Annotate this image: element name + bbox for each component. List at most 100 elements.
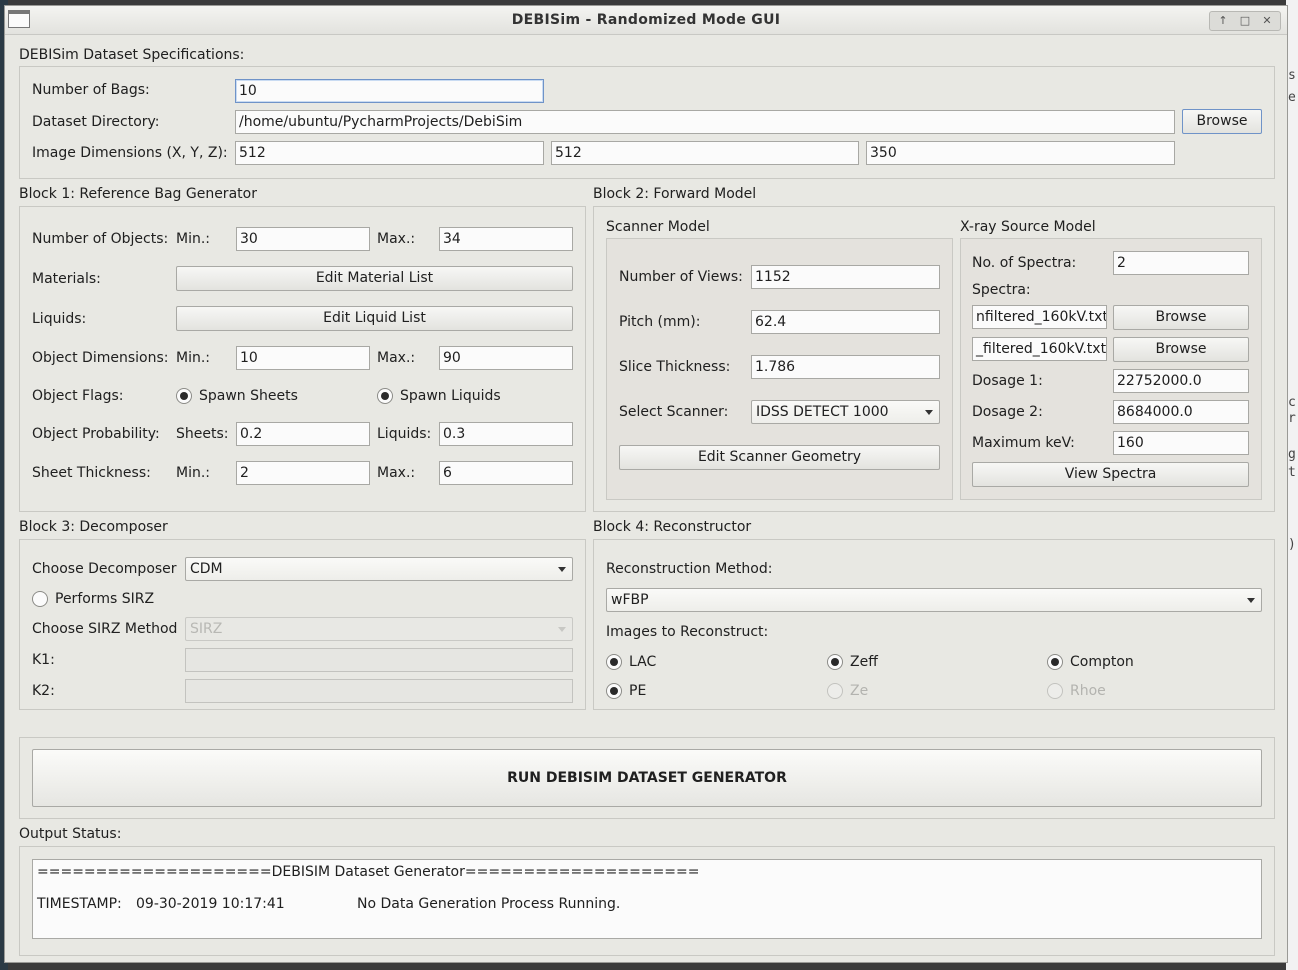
spawn-liquids-label[interactable]: Spawn Liquids <box>400 388 501 404</box>
block3-group: Choose Decomposer CDM Performs SIRZ Choo… <box>19 539 586 710</box>
k2-label: K2: <box>32 683 55 699</box>
close-icon[interactable]: ✕ <box>1258 12 1276 30</box>
keep-above-icon[interactable]: ↑ <box>1214 12 1232 30</box>
ze-radio[interactable] <box>827 683 843 699</box>
sirz-method-dropdown[interactable]: SIRZ <box>185 617 573 641</box>
max-kev-input[interactable]: 160 <box>1113 431 1249 455</box>
zeff-radio[interactable] <box>827 654 843 670</box>
dim-z-input[interactable]: 350 <box>866 141 1175 165</box>
obj-min-input[interactable]: 30 <box>236 227 370 251</box>
dims-min-input[interactable]: 10 <box>236 346 370 370</box>
spectra-1-browse-button[interactable]: Browse <box>1113 305 1249 330</box>
pe-label[interactable]: PE <box>629 683 646 699</box>
thickness-min-label: Min.: <box>176 465 211 481</box>
sheet-thickness-label: Sheet Thickness: <box>32 465 151 481</box>
run-generator-button[interactable]: RUN DEBISIM DATASET GENERATOR <box>32 749 1262 807</box>
timestamp-value: 09-30-2019 10:17:41 <box>136 896 285 912</box>
sheets-prob-label: Sheets: <box>176 426 229 442</box>
num-spectra-input[interactable]: 2 <box>1113 251 1249 275</box>
window-controls: ↑ □ ✕ <box>1209 11 1281 31</box>
block4-group: Reconstruction Method: wFBP Images to Re… <box>593 539 1275 710</box>
chevron-down-icon <box>925 410 933 415</box>
object-flags-label: Object Flags: <box>32 388 124 404</box>
compton-label[interactable]: Compton <box>1070 654 1134 670</box>
spectra-label: Spectra: <box>972 282 1031 298</box>
image-dims-label: Image Dimensions (X, Y, Z): <box>32 145 228 161</box>
select-scanner-value: IDSS DETECT 1000 <box>756 404 889 420</box>
maximize-icon[interactable]: □ <box>1236 12 1254 30</box>
dim-y-input[interactable]: 512 <box>551 141 859 165</box>
k2-input[interactable] <box>185 679 573 703</box>
rhoe-radio[interactable] <box>1047 683 1063 699</box>
dataset-dir-input[interactable]: /home/ubuntu/PycharmProjects/DebiSim <box>235 110 1175 134</box>
lac-radio[interactable] <box>606 654 622 670</box>
slice-thickness-input[interactable]: 1.786 <box>751 355 940 379</box>
recon-method-dropdown[interactable]: wFBP <box>606 588 1262 612</box>
xray-source-title: X-ray Source Model <box>960 219 1096 235</box>
compton-radio[interactable] <box>1047 654 1063 670</box>
spectra-2-input[interactable]: _filtered_160kV.txt <box>972 337 1107 361</box>
spectra-1-input[interactable]: nfiltered_160kV.txt <box>972 305 1107 329</box>
dims-max-label: Max.: <box>377 350 416 366</box>
k1-input[interactable] <box>185 648 573 672</box>
num-views-label: Number of Views: <box>619 269 743 285</box>
recon-method-value: wFBP <box>611 592 649 608</box>
max-kev-label: Maximum keV: <box>972 435 1075 451</box>
dosage2-input[interactable]: 8684000.0 <box>1113 400 1249 424</box>
block3-title: Block 3: Decomposer <box>19 519 168 535</box>
edge-text: t <box>1288 465 1296 480</box>
performs-sirz-label[interactable]: Performs SIRZ <box>55 591 154 607</box>
num-objects-label: Number of Objects: <box>32 231 169 247</box>
dataset-browse-button[interactable]: Browse <box>1182 109 1262 134</box>
view-spectra-button[interactable]: View Spectra <box>972 462 1249 487</box>
status-message: No Data Generation Process Running. <box>357 896 621 912</box>
block4-title: Block 4: Reconstructor <box>593 519 752 535</box>
spawn-liquids-radio[interactable] <box>377 388 393 404</box>
images-to-reconstruct-label: Images to Reconstruct: <box>606 624 769 640</box>
dims-max-input[interactable]: 90 <box>439 346 573 370</box>
select-scanner-label: Select Scanner: <box>619 404 729 420</box>
object-dims-label: Object Dimensions: <box>32 350 169 366</box>
edge-text: r <box>1288 411 1296 426</box>
thickness-max-input[interactable]: 6 <box>439 461 573 485</box>
select-scanner-dropdown[interactable]: IDSS DETECT 1000 <box>751 400 940 424</box>
thickness-max-label: Max.: <box>377 465 416 481</box>
scanner-model-group: Number of Views: 1152 Pitch (mm): 62.4 S… <box>606 238 953 500</box>
obj-max-input[interactable]: 34 <box>439 227 573 251</box>
lac-label[interactable]: LAC <box>629 654 656 670</box>
sheets-prob-input[interactable]: 0.2 <box>236 422 370 446</box>
performs-sirz-radio[interactable] <box>32 591 48 607</box>
scanner-model-title: Scanner Model <box>606 219 710 235</box>
zeff-label[interactable]: Zeff <box>850 654 878 670</box>
slice-thickness-label: Slice Thickness: <box>619 359 731 375</box>
num-bags-input[interactable]: 10 <box>235 79 544 103</box>
dim-x-input[interactable]: 512 <box>235 141 544 165</box>
edit-material-list-button[interactable]: Edit Material List <box>176 266 573 291</box>
output-status-box[interactable]: ====================DEBISIM Dataset Gene… <box>32 859 1262 939</box>
edit-liquid-list-button[interactable]: Edit Liquid List <box>176 306 573 331</box>
sirz-method-value: SIRZ <box>190 621 223 637</box>
ze-label: Ze <box>850 683 869 699</box>
decomposer-dropdown[interactable]: CDM <box>185 557 573 581</box>
edge-text: s <box>1288 68 1296 83</box>
spawn-sheets-radio[interactable] <box>176 388 192 404</box>
dosage1-input[interactable]: 22752000.0 <box>1113 369 1249 393</box>
num-views-input[interactable]: 1152 <box>751 265 940 289</box>
chevron-down-icon <box>558 567 566 572</box>
object-probability-label: Object Probability: <box>32 426 160 442</box>
pe-radio[interactable] <box>606 683 622 699</box>
chevron-down-icon <box>558 627 566 632</box>
spectra-2-browse-button[interactable]: Browse <box>1113 337 1249 362</box>
pitch-input[interactable]: 62.4 <box>751 310 940 334</box>
spawn-sheets-label[interactable]: Spawn Sheets <box>199 388 298 404</box>
edit-scanner-geometry-button[interactable]: Edit Scanner Geometry <box>619 445 940 470</box>
title-bar[interactable]: DEBISim - Randomized Mode GUI ↑ □ ✕ <box>5 6 1287 35</box>
liquids-prob-input[interactable]: 0.3 <box>439 422 573 446</box>
num-spectra-label: No. of Spectra: <box>972 255 1077 271</box>
edge-text: e <box>1288 90 1296 105</box>
output-banner: ====================DEBISIM Dataset Gene… <box>37 864 700 880</box>
decomposer-value: CDM <box>190 561 223 577</box>
rhoe-label: Rhoe <box>1070 683 1106 699</box>
app-window: DEBISim - Randomized Mode GUI ↑ □ ✕ DEBI… <box>4 5 1288 963</box>
thickness-min-input[interactable]: 2 <box>236 461 370 485</box>
